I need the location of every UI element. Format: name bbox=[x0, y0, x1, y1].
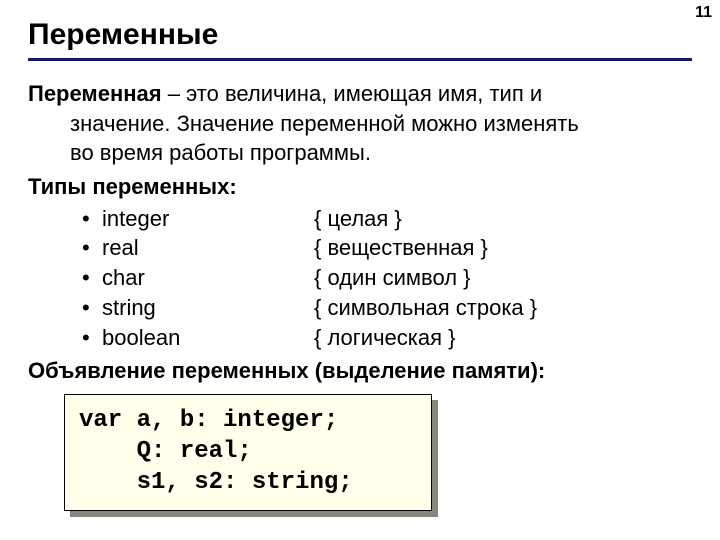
code-line: s1, s2: string; bbox=[79, 469, 353, 496]
type-desc: { целая } bbox=[314, 206, 402, 231]
slide: 11 Переменные Переменная – это величина,… bbox=[0, 0, 720, 540]
definition-paragraph: Переменная – это величина, имеющая имя, … bbox=[28, 79, 692, 168]
types-list: integer{ целая } real{ вещественная } ch… bbox=[28, 204, 692, 352]
slide-body: Переменная – это величина, имеющая имя, … bbox=[28, 79, 692, 511]
list-item: char{ один символ } bbox=[82, 263, 692, 293]
type-desc: { один символ } bbox=[314, 265, 471, 290]
title-rule bbox=[28, 58, 692, 61]
type-desc: { вещественная } bbox=[314, 235, 488, 260]
code-line: var a, b: integer; bbox=[79, 407, 338, 434]
type-name: boolean bbox=[102, 323, 314, 353]
type-desc: { символьная строка } bbox=[314, 295, 537, 320]
list-item: boolean{ логическая } bbox=[82, 323, 692, 353]
type-name: real bbox=[102, 233, 314, 263]
type-desc: { логическая } bbox=[314, 325, 456, 350]
list-item: real{ вещественная } bbox=[82, 233, 692, 263]
type-name: string bbox=[102, 293, 314, 323]
definition-line3: во время работы программы. bbox=[28, 138, 692, 168]
code-content: var a, b: integer; Q: real; s1, s2: stri… bbox=[64, 394, 432, 512]
definition-line1: – это величина, имеющая имя, тип и bbox=[162, 81, 543, 106]
type-name: char bbox=[102, 263, 314, 293]
code-box: var a, b: integer; Q: real; s1, s2: stri… bbox=[64, 394, 432, 512]
list-item: integer{ целая } bbox=[82, 204, 692, 234]
definition-term: Переменная bbox=[28, 81, 162, 106]
page-number: 11 bbox=[695, 4, 712, 22]
types-heading: Типы переменных: bbox=[28, 172, 692, 202]
slide-title: Переменные bbox=[28, 18, 692, 52]
declaration-heading: Объявление переменных (выделение памяти)… bbox=[28, 356, 692, 386]
code-line: Q: real; bbox=[79, 438, 252, 465]
type-name: integer bbox=[102, 204, 314, 234]
definition-line2: значение. Значение переменной можно изме… bbox=[28, 109, 692, 139]
list-item: string{ символьная строка } bbox=[82, 293, 692, 323]
